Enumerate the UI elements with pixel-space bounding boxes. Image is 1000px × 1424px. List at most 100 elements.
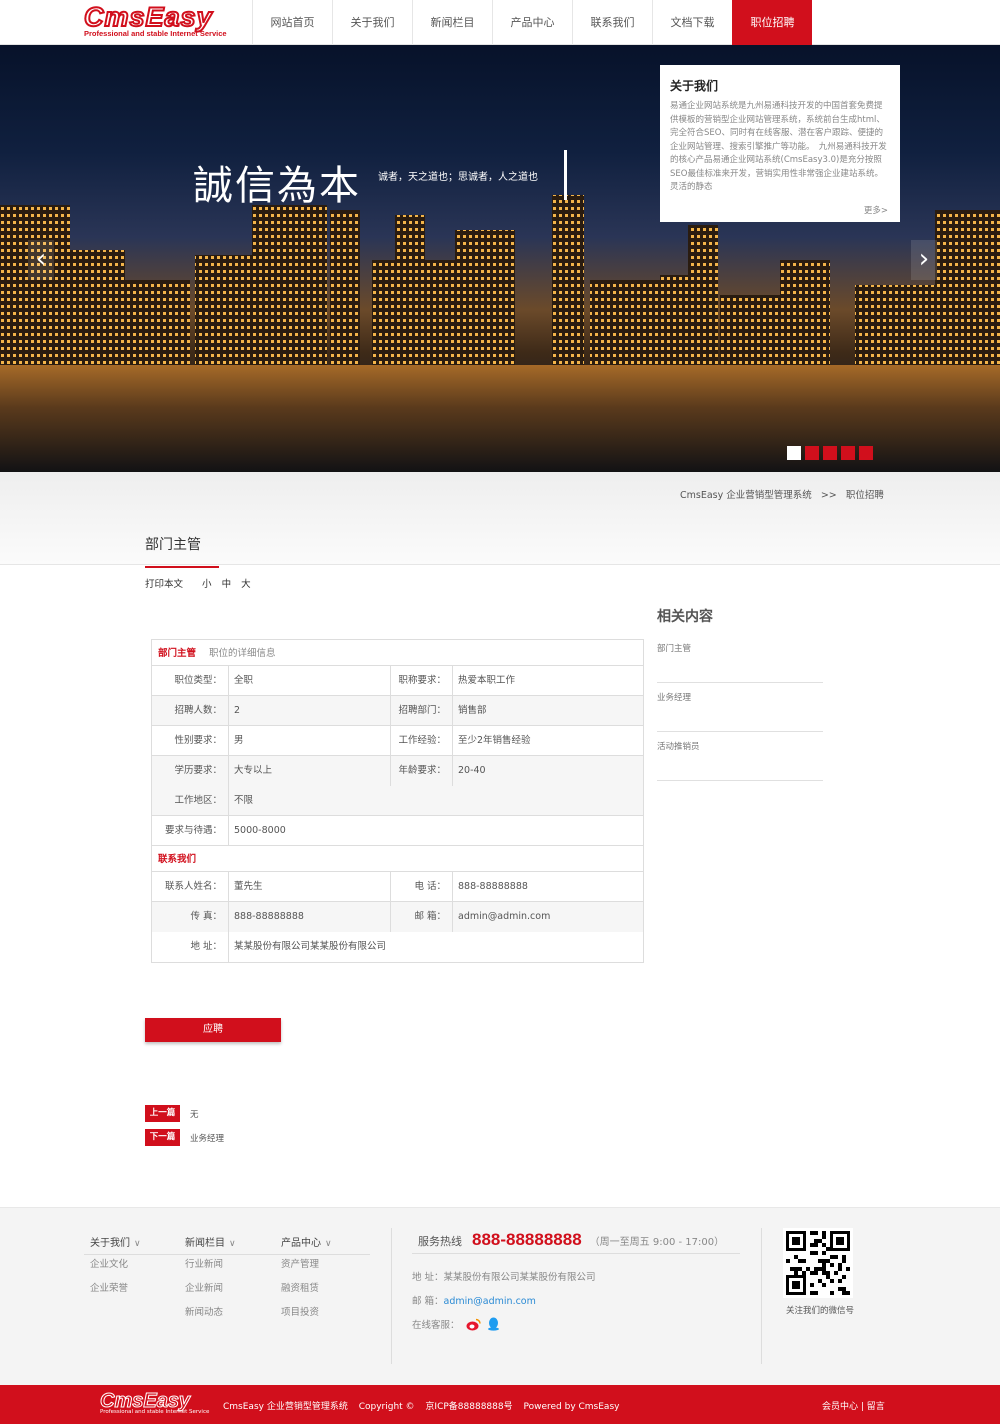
breadcrumb-current[interactable]: 职位招聘 bbox=[846, 490, 884, 501]
nav-item[interactable]: 新闻栏目 bbox=[412, 0, 492, 45]
cell-value: 全职 bbox=[229, 666, 391, 695]
breadcrumb-home[interactable]: CmsEasy 企业营销型管理系统 bbox=[680, 490, 812, 501]
cell-value: 至少2年销售经验 bbox=[458, 735, 531, 746]
cell-label: 联系人姓名： bbox=[152, 872, 229, 901]
contact-title: 联系我们 bbox=[158, 854, 197, 865]
table-row: 要求与待遇： 5000-8000 bbox=[152, 816, 643, 846]
related-title: 相关内容 bbox=[657, 609, 713, 625]
cell-label: 性别要求： bbox=[152, 726, 229, 755]
site-logo[interactable]: CmsEasy Professional and stable Internet… bbox=[83, 3, 236, 39]
copyright-site: CmsEasy 企业营销型管理系统 bbox=[223, 1402, 348, 1412]
cell-value: 大专以上 bbox=[229, 756, 391, 786]
footer-link[interactable]: 资产管理 bbox=[281, 1256, 376, 1280]
hotline: 服务热线 888-88888888 （周一至周五 9:00 - 17:00） bbox=[418, 1230, 724, 1250]
footer-column: 新闻栏目 ∨ 行业新闻 企业新闻 新闻动态 bbox=[185, 1234, 280, 1328]
email-link[interactable]: admin@admin.com bbox=[444, 1296, 536, 1307]
slider-prev-icon[interactable]: ‹ bbox=[28, 240, 54, 280]
footer-column-title[interactable]: 新闻栏目 ∨ bbox=[185, 1234, 280, 1256]
print-link[interactable]: 打印本文 bbox=[145, 579, 183, 590]
cell-label: 电 话： bbox=[391, 872, 453, 901]
cell-value: admin@admin.com bbox=[458, 911, 551, 922]
next-article-link[interactable]: 业务经理 bbox=[190, 1132, 224, 1144]
footer-link[interactable]: 企业文化 bbox=[90, 1256, 185, 1280]
about-more-link[interactable]: 更多> bbox=[864, 204, 888, 216]
slider-dot[interactable] bbox=[805, 446, 819, 460]
nav-item[interactable]: 关于我们 bbox=[332, 0, 412, 45]
cell-label: 传 真： bbox=[152, 902, 229, 932]
wechat-qr-code bbox=[783, 1228, 853, 1298]
prev-article-link[interactable]: 无 bbox=[190, 1108, 199, 1120]
font-large-link[interactable]: 大 bbox=[241, 579, 251, 590]
weibo-icon[interactable] bbox=[466, 1318, 481, 1331]
footer-column-title-text: 新闻栏目 bbox=[185, 1238, 225, 1249]
footer-column-title[interactable]: 产品中心 ∨ bbox=[281, 1234, 376, 1256]
chevron-down-icon: ∨ bbox=[325, 1239, 332, 1249]
footer-link[interactable]: 新闻动态 bbox=[185, 1304, 280, 1328]
job-detail-table: 部门主管 职位的详细信息 职位类型： 全职 职称要求： 热爱本职工作 招聘人数： 2 招聘部… bbox=[151, 639, 644, 963]
job-name: 部门主管 bbox=[158, 648, 197, 659]
hotline-number: 888-88888888 bbox=[472, 1230, 582, 1249]
footer-separator bbox=[391, 1228, 392, 1364]
address-label: 地 址： bbox=[152, 932, 229, 962]
copyright-text: Copyright © bbox=[358, 1402, 415, 1412]
font-medium-link[interactable]: 中 bbox=[222, 579, 232, 590]
cell-label: 邮 箱： bbox=[391, 902, 453, 932]
nav-item[interactable]: 网站首页 bbox=[252, 0, 332, 45]
related-content: 相关内容 部门主管业务经理活动推销员 bbox=[657, 606, 823, 791]
slider-dot[interactable] bbox=[841, 446, 855, 460]
slider-dot[interactable] bbox=[859, 446, 873, 460]
cell-label: 职称要求： bbox=[391, 666, 453, 695]
footer-link[interactable]: 企业荣誉 bbox=[90, 1280, 185, 1304]
nav-item[interactable]: 联系我们 bbox=[572, 0, 652, 45]
slider-next-icon[interactable]: › bbox=[911, 240, 937, 280]
related-item[interactable]: 业务经理 bbox=[657, 693, 823, 732]
area-value: 不限 bbox=[234, 795, 254, 806]
apply-button[interactable]: 应聘 bbox=[145, 1018, 281, 1042]
footer-link[interactable]: 融资租赁 bbox=[281, 1280, 376, 1304]
cell-label: 工作经验： bbox=[391, 726, 453, 755]
prev-article: 上一篇 无 bbox=[145, 1105, 199, 1122]
cell-value: 热爱本职工作 bbox=[458, 675, 516, 686]
member-links[interactable]: 会员中心 | 留言 bbox=[822, 1399, 885, 1412]
footer-link[interactable]: 企业新闻 bbox=[185, 1280, 280, 1304]
next-article: 下一篇 业务经理 bbox=[145, 1129, 224, 1146]
service-label: 在线客服： bbox=[412, 1320, 460, 1331]
footer-address: 地 址：某某股份有限公司某某股份有限公司 bbox=[412, 1272, 596, 1283]
area-label: 工作地区： bbox=[152, 786, 229, 815]
cell-value: 2 bbox=[229, 696, 391, 725]
related-item[interactable]: 活动推销员 bbox=[657, 742, 823, 781]
contact-section-header: 联系我们 bbox=[152, 846, 643, 872]
job-table-header: 部门主管 职位的详细信息 bbox=[152, 640, 643, 666]
hotline-divider bbox=[412, 1253, 740, 1254]
pay-value: 5000-8000 bbox=[234, 825, 286, 836]
cell-value: 董先生 bbox=[229, 872, 391, 901]
cell-value: 男 bbox=[229, 726, 391, 755]
slider-dot[interactable] bbox=[787, 446, 801, 460]
prev-tag: 上一篇 bbox=[145, 1105, 180, 1122]
cell-value: 888-88888888 bbox=[229, 902, 391, 932]
pay-label: 要求与待遇： bbox=[152, 816, 229, 845]
footer-column-title-text: 产品中心 bbox=[281, 1238, 321, 1249]
nav-item[interactable]: 产品中心 bbox=[492, 0, 572, 45]
cell-value: 销售部 bbox=[458, 705, 487, 716]
cell-label: 学历要求： bbox=[152, 756, 229, 786]
table-row: 学历要求： 大专以上 年龄要求： 20-40 bbox=[152, 756, 643, 786]
cell-value: 888-88888888 bbox=[458, 881, 528, 892]
footer-column-title[interactable]: 关于我们 ∨ bbox=[90, 1234, 185, 1256]
qq-icon[interactable] bbox=[487, 1317, 500, 1331]
powered-by[interactable]: Powered by CmsEasy bbox=[523, 1402, 619, 1412]
slider-dot[interactable] bbox=[823, 446, 837, 460]
hotline-hours: （周一至周五 9:00 - 17:00） bbox=[589, 1237, 725, 1248]
related-item[interactable]: 部门主管 bbox=[657, 644, 823, 683]
footer-link[interactable]: 行业新闻 bbox=[185, 1256, 280, 1280]
font-small-link[interactable]: 小 bbox=[202, 579, 212, 590]
about-card: 关于我们 易通企业网站系统是九州易通科技开发的中国首套免费提供模板的营销型企业网… bbox=[660, 65, 900, 222]
cell-label: 招聘部门： bbox=[391, 696, 453, 725]
nav-item[interactable]: 文档下载 bbox=[652, 0, 732, 45]
table-row: 招聘人数： 2 招聘部门： 销售部 bbox=[152, 696, 643, 726]
footer-logo-text: CmsEasy bbox=[99, 1390, 191, 1412]
nav-item[interactable]: 职位招聘 bbox=[732, 0, 812, 45]
icp-link[interactable]: 京ICP备88888888号 bbox=[425, 1402, 512, 1412]
about-card-body: 易通企业网站系统是九州易通科技开发的中国首套免费提供模板的营销型企业网站管理系统… bbox=[670, 101, 887, 192]
footer-link[interactable]: 项目投资 bbox=[281, 1304, 376, 1328]
